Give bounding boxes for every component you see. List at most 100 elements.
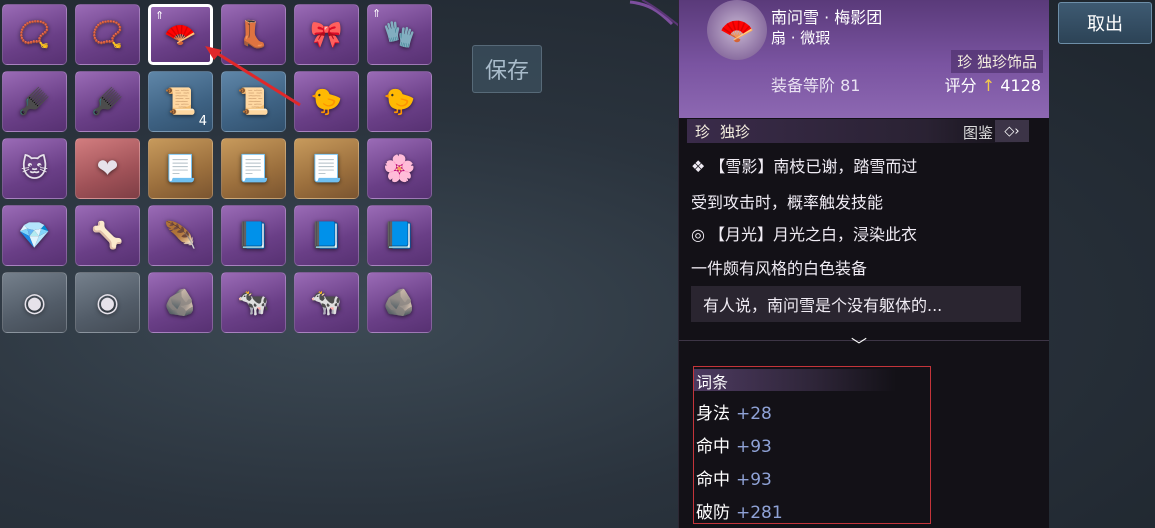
item-detail-panel: 🪭 南问雪 · 梅影团 扇 · 微瑕 珍 独珍饰品 装备等阶 81 评分 ↑ 4… <box>678 0 1049 528</box>
hairpin-icon: 🪮 <box>91 86 124 117</box>
orb-icon: ◉ <box>23 287 46 318</box>
scroll-icon: 📜 <box>237 86 270 117</box>
bracer-icon: 🧤 <box>383 19 416 50</box>
inventory-slot[interactable]: 🪮 <box>75 71 140 132</box>
inventory-slot[interactable]: 👢 <box>221 4 286 65</box>
item-header: 🪭 南问雪 · 梅影团 扇 · 微瑕 珍 独珍饰品 装备等阶 81 评分 ↑ 4… <box>679 0 1049 118</box>
inventory-slot[interactable]: ❤ <box>75 138 140 199</box>
scroll-icon: 📜 <box>164 86 197 117</box>
rarity-tag: 珍 独珍饰品 <box>951 50 1043 73</box>
inventory-slot[interactable]: 🧤 ⇑ <box>367 4 432 65</box>
inventory-slot[interactable]: ◉ <box>75 272 140 333</box>
inventory-slot[interactable]: 📿 <box>2 4 67 65</box>
inventory-slot[interactable]: 🦴 <box>75 205 140 266</box>
heart-icon: ❤ <box>96 153 119 184</box>
flower-icon: 🌸 <box>383 153 416 184</box>
inventory-slot[interactable]: 🐤 <box>294 71 359 132</box>
codex-open-button[interactable]: ◇› <box>995 120 1029 142</box>
effect-1-title-line: ❖ 【雪影】南枝已谢，踏雪而过 <box>691 153 917 177</box>
inventory-slot[interactable]: 📘 <box>221 205 286 266</box>
diamond-arrow-icon: ◇› <box>1004 123 1020 139</box>
orb-icon: ◉ <box>96 287 119 318</box>
inventory-slot[interactable]: 📜 4 <box>148 71 213 132</box>
manual-book-icon: 📘 <box>237 220 270 251</box>
recipe-scroll-icon: 📃 <box>164 153 197 184</box>
inventory-slot[interactable]: 🪨 <box>148 272 213 333</box>
effect-2-title-line: ◎ 【月光】月光之白，浸染此衣 <box>691 221 917 245</box>
manual-book-icon: 📘 <box>310 220 343 251</box>
inventory-slot[interactable]: 📃 <box>148 138 213 199</box>
manual-book-icon: 📘 <box>383 220 416 251</box>
score-value: 4128 <box>1000 76 1041 95</box>
attribute-row: 命中 +93 <box>696 465 772 490</box>
inventory-slot[interactable]: 🪮 <box>2 71 67 132</box>
codex-label: 图鉴 <box>962 124 993 142</box>
attribute-value: +28 <box>736 404 772 424</box>
attribute-value: +93 <box>736 437 772 457</box>
stone-icon: 🪨 <box>164 287 197 318</box>
score-label: 评分 <box>944 76 977 95</box>
inventory-slot[interactable]: 🐤 <box>367 71 432 132</box>
take-out-button[interactable]: 取出 <box>1058 2 1152 44</box>
recipe-scroll-icon: 📃 <box>237 153 270 184</box>
attribute-title: 词条 <box>694 369 896 392</box>
save-button[interactable]: 保存 <box>472 45 542 93</box>
upgrade-arrow-icon: ⇑ <box>372 7 382 20</box>
inventory-slot[interactable]: 🐄 <box>221 272 286 333</box>
crystal-icon: 💎 <box>18 220 51 251</box>
effect-2-title: 【月光】月光之白，浸染此衣 <box>708 225 917 244</box>
item-score: 评分 ↑ 4128 <box>945 72 1041 96</box>
inventory-slot[interactable]: 📿 <box>75 4 140 65</box>
effect-2-description: 一件颇有风格的白色装备 <box>691 259 868 278</box>
inventory-slot[interactable]: 📘 <box>294 205 359 266</box>
attribute-value: +281 <box>736 503 783 523</box>
attribute-name: 破防 <box>696 503 730 523</box>
inventory-slot[interactable]: 🪶 <box>148 205 213 266</box>
inventory-slot[interactable]: 🪭 ⇑ <box>148 4 213 65</box>
effect-1-title: 【雪影】南枝已谢，踏雪而过 <box>709 157 918 176</box>
attribute-name: 身法 <box>696 404 730 424</box>
cat-icon: 🐱 <box>20 153 49 184</box>
inventory-slot[interactable]: 🐱 <box>2 138 67 199</box>
flavor-text[interactable]: 有人说，南问雪是个没有躯体的... <box>691 286 1021 322</box>
horn-icon: 🦴 <box>91 220 124 251</box>
attribute-row: 命中 +93 <box>696 432 772 457</box>
chevron-down-icon[interactable]: ﹀ <box>851 332 867 356</box>
bird-plush-icon: 🐤 <box>310 86 343 117</box>
item-type: 扇 · 微瑕 <box>771 29 831 47</box>
attribute-value: +93 <box>736 470 772 490</box>
belt-icon: 🎀 <box>310 19 343 50</box>
inventory-slot[interactable]: 📃 <box>294 138 359 199</box>
inventory-slot[interactable]: 🪨 <box>367 272 432 333</box>
moon-swirl-icon: ◎ <box>691 225 705 244</box>
inventory-slot[interactable]: 📜 <box>221 71 286 132</box>
item-name: 南问雪 · 梅影团 <box>771 8 883 27</box>
upgrade-arrow-icon: ⇑ <box>155 9 165 22</box>
inventory-slot[interactable]: 💎 <box>2 205 67 266</box>
inventory-slot[interactable]: 🎀 <box>294 4 359 65</box>
attribute-name: 命中 <box>696 437 730 457</box>
hairpin-icon: 🪮 <box>18 86 51 117</box>
stone-icon: 🪨 <box>383 287 416 318</box>
recipe-scroll-icon: 📃 <box>310 153 343 184</box>
effect-1-description: 受到攻击时，概率触发技能 <box>691 193 884 212</box>
snow-emblem-icon: ❖ <box>691 157 706 176</box>
inventory-slot[interactable]: ◉ <box>2 272 67 333</box>
score-up-arrow-icon: ↑ <box>981 76 996 95</box>
boots-icon: 👢 <box>237 19 270 50</box>
cow-icon: 🐄 <box>310 287 343 318</box>
feather-brush-icon: 🪶 <box>164 220 197 251</box>
equipment-grade: 装备等阶 81 <box>771 76 861 95</box>
inventory-slot[interactable]: 📃 <box>221 138 286 199</box>
bird-plush-icon: 🐤 <box>383 86 416 117</box>
inventory-slot[interactable]: 🌸 <box>367 138 432 199</box>
inventory-slot[interactable]: 🐄 <box>294 272 359 333</box>
attribute-name: 命中 <box>696 470 730 490</box>
inventory-slot[interactable]: 📘 <box>367 205 432 266</box>
necklace-icon: 📿 <box>18 19 51 50</box>
attribute-row: 破防 +281 <box>696 498 783 523</box>
attribute-section: 词条 身法 +28 命中 +93 命中 +93 破防 +281 <box>693 366 931 524</box>
attribute-row: 身法 +28 <box>696 399 772 424</box>
stack-count: 4 <box>198 114 207 129</box>
fan-icon: 🪭 <box>164 19 197 50</box>
